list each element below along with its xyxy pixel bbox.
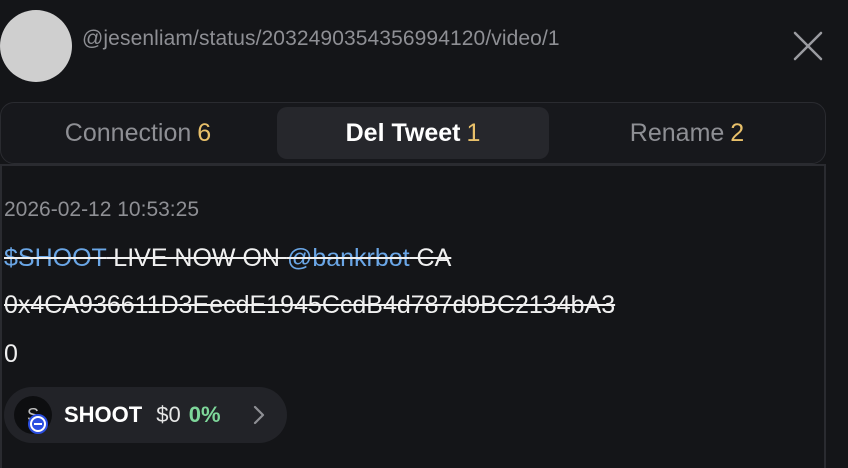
tab-count: 1 [466, 118, 481, 147]
mention-link[interactable]: @bankrbot [287, 244, 410, 272]
tweet-text-line: $SHOOT LIVE NOW ON @bankrbot CA [4, 244, 451, 273]
token-change: 0% [188, 402, 221, 427]
token-chip[interactable]: S SHOOT $0 0% [4, 387, 287, 443]
tab-count: 6 [197, 118, 212, 147]
avatar[interactable] [0, 10, 72, 82]
close-icon [793, 31, 823, 61]
tweet-text: CA [409, 244, 452, 272]
token-avatar: S [14, 396, 52, 434]
tweet-trailing-text: 0 [4, 340, 18, 368]
tab-del-tweet[interactable]: Del Tweet 1 [277, 107, 549, 159]
tweet-contract-address: 0x4CA936611D3EecdE1945CcdB4d787d9BC2134b… [4, 291, 616, 319]
close-button[interactable] [790, 28, 826, 64]
tweet-text: LIVE NOW ON [106, 244, 287, 272]
token-name: SHOOT [64, 402, 143, 427]
tab-label: Del Tweet [345, 118, 461, 147]
tab-bar: Connection 6 Del Tweet 1 Rename 2 [0, 102, 826, 164]
cashtag-link[interactable]: $SHOOT [4, 244, 106, 272]
tab-count: 2 [730, 118, 745, 147]
tab-label: Connection [64, 118, 192, 147]
tweet-url-handle[interactable]: @jesenliam/status/2032490354356994120/vi… [82, 27, 560, 51]
tab-label: Rename [629, 118, 725, 147]
deleted-tweet-panel: @jesenliam/status/2032490354356994120/vi… [0, 0, 848, 468]
chevron-right-icon [253, 405, 265, 425]
tab-connection[interactable]: Connection 6 [5, 107, 271, 159]
tweet-timestamp: 2026-02-12 10:53:25 [4, 198, 199, 221]
token-price: $0 [156, 402, 181, 427]
chain-badge-icon [28, 414, 48, 434]
tab-rename[interactable]: Rename 2 [553, 107, 821, 159]
